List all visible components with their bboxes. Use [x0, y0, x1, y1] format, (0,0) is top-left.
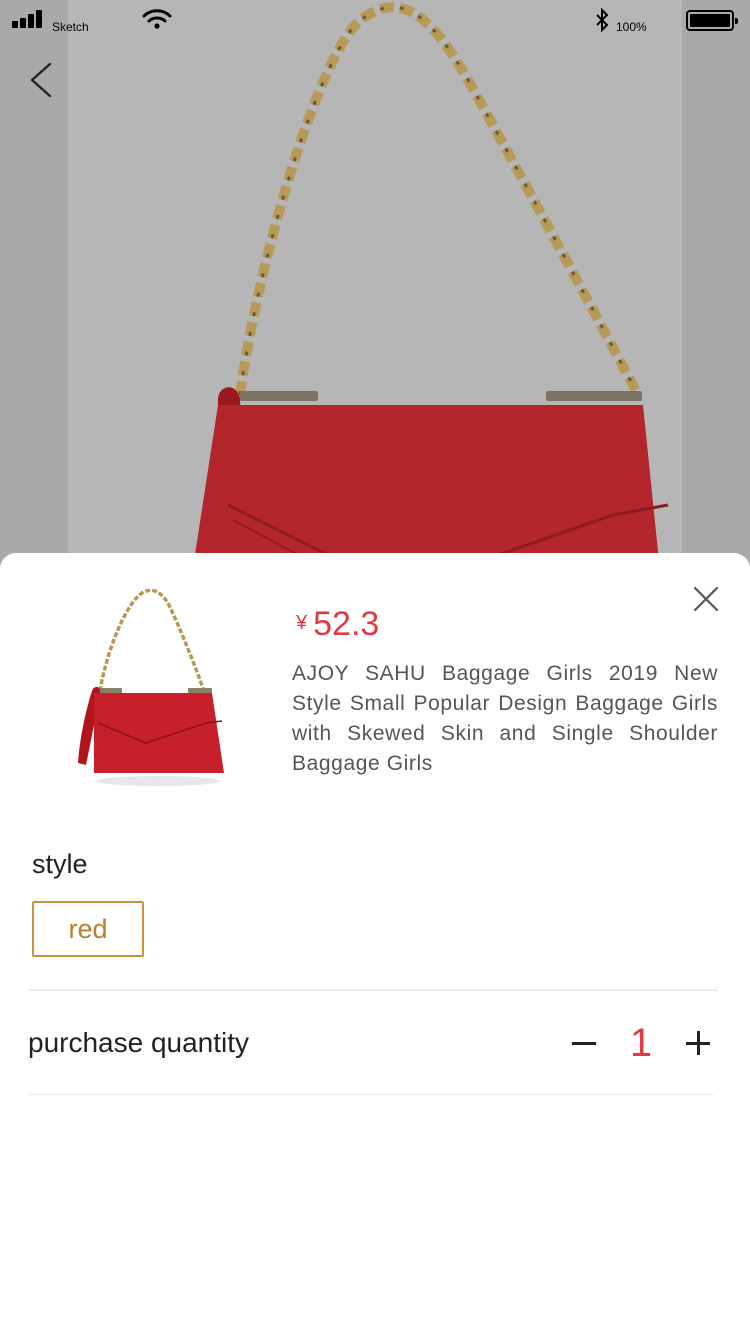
- product-options-sheet: ¥52.3 AJOY SAHU Baggage Girls 2019 New S…: [0, 553, 750, 1334]
- close-icon[interactable]: [690, 583, 722, 615]
- battery-percentage: 100%: [616, 20, 647, 34]
- style-option-red[interactable]: red: [32, 901, 144, 957]
- product-title: AJOY SAHU Baggage Girls 2019 New Style S…: [292, 662, 718, 775]
- quantity-value: 1: [629, 1021, 653, 1065]
- decrease-quantity-button[interactable]: [566, 1025, 602, 1061]
- product-price: ¥52.3: [296, 605, 379, 644]
- divider: [28, 1094, 714, 1095]
- battery-icon: [686, 10, 738, 31]
- price-value: 52.3: [313, 605, 380, 643]
- increase-quantity-button[interactable]: [680, 1025, 716, 1061]
- currency-symbol: ¥: [296, 612, 308, 634]
- purchase-quantity-label: purchase quantity: [28, 1027, 250, 1058]
- status-bar: Sketch 100%: [0, 0, 750, 40]
- bluetooth-icon: [596, 8, 609, 32]
- signal-strength-icon: [12, 10, 46, 28]
- carrier-name: Sketch: [52, 20, 89, 34]
- divider: [28, 989, 718, 991]
- wifi-icon: [142, 9, 172, 29]
- handbag-photo: [68, 0, 682, 600]
- style-label: style: [32, 849, 88, 879]
- product-thumbnail: [78, 588, 224, 786]
- back-arrow-icon[interactable]: [26, 60, 58, 100]
- product-hero-image: [0, 0, 750, 600]
